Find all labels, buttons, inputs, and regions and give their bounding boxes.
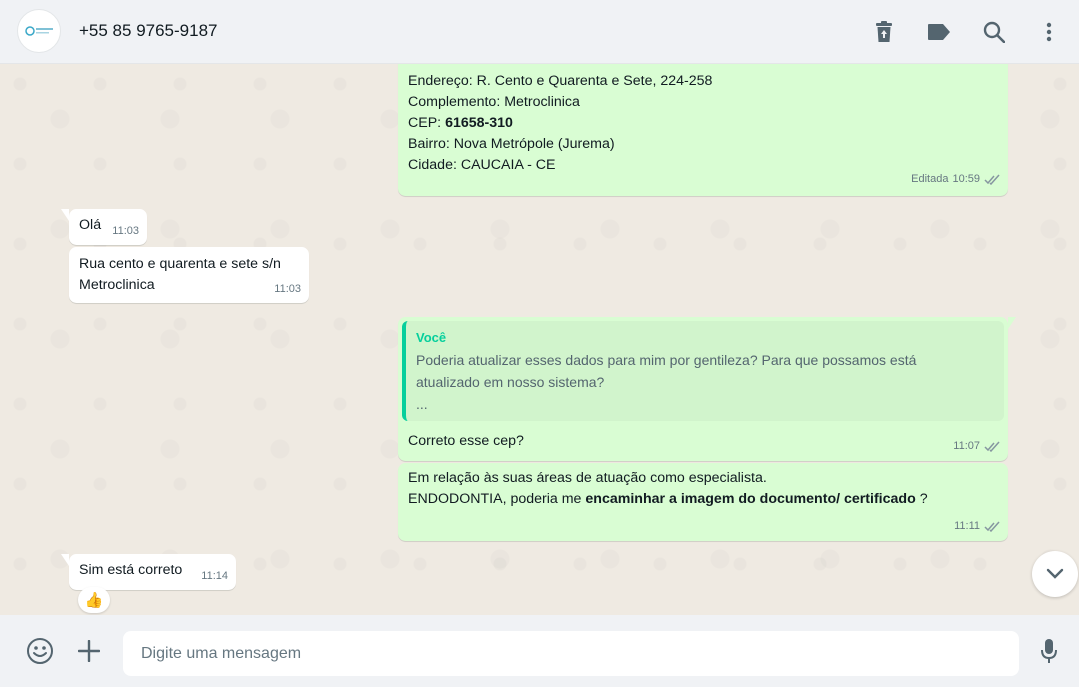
message-incoming[interactable]: Rua cento e quarenta e sete s/n Metrocli… [69, 247, 309, 303]
message-time: 11:11 [954, 520, 980, 532]
message-text: Endereço: R. Cento e Quarenta e Sete, 22… [408, 73, 713, 89]
message-text: Em relação às suas áreas de atuação como… [408, 470, 767, 486]
composer-bar [0, 615, 1079, 687]
quoted-message[interactable]: Você Poderia atualizar esses dados para … [402, 321, 1004, 421]
message-incoming[interactable]: Olá 11:03 [61, 209, 147, 245]
message-outgoing[interactable]: Endereço: R. Cento e Quarenta e Sete, 22… [398, 64, 1008, 196]
message-input[interactable] [123, 631, 1019, 676]
message-text: Correto esse cep? [408, 433, 524, 449]
read-receipt-icon [984, 174, 1000, 185]
message-meta: Editada 10:59 [911, 169, 1000, 190]
message-meta: 11:14 [201, 566, 228, 587]
contact-name[interactable]: +55 85 9765-9187 [79, 21, 218, 41]
message-text-suffix: ? [915, 491, 928, 507]
bubble-tail [61, 554, 69, 566]
menu-icon[interactable] [1035, 18, 1063, 46]
read-receipt-icon [984, 521, 1000, 532]
message-time: 10:59 [952, 173, 980, 185]
message-text: ENDODONTIA, poderia me encaminhar a imag… [408, 489, 928, 510]
emoji-icon[interactable] [25, 636, 55, 666]
clinic-logo-icon [25, 26, 53, 36]
message-meta: 11:03 [112, 221, 139, 242]
quote-author: Você [416, 330, 447, 345]
cep-label: CEP: [408, 115, 446, 131]
message-text: Olá [79, 217, 102, 233]
message-text-prefix: ENDODONTIA, poderia me [408, 491, 586, 507]
chat-header: +55 85 9765-9187 [0, 0, 1079, 64]
message-meta: 11:11 [954, 516, 1000, 537]
edited-label: Editada [911, 173, 949, 185]
chevron-down-icon [1046, 568, 1064, 579]
message-meta: 11:03 [274, 279, 301, 300]
quote-text: atualizado em nosso sistema? [416, 374, 605, 390]
message-text: Bairro: Nova Metrópole (Jurema) [408, 136, 615, 152]
message-outgoing-reply[interactable]: Você Poderia atualizar esses dados para … [398, 317, 1016, 461]
chat-area[interactable]: Endereço: R. Cento e Quarenta e Sete, 22… [0, 64, 1079, 615]
microphone-icon[interactable] [1034, 636, 1064, 666]
bubble-tail [1008, 317, 1016, 329]
message-text-bold: encaminhar a imagem do documento/ certif… [585, 491, 916, 507]
search-icon[interactable] [980, 18, 1008, 46]
message-text: Metroclinica [79, 277, 155, 293]
message-time: 11:14 [201, 570, 228, 582]
avatar[interactable] [17, 9, 61, 53]
message-text: Complemento: Metroclinica [408, 94, 580, 110]
message-text: Rua cento e quarenta e sete s/n [79, 256, 281, 272]
attach-plus-icon[interactable] [74, 636, 104, 666]
bubble-tail [61, 209, 69, 221]
message-meta: 11:07 [953, 436, 1000, 457]
read-receipt-icon [984, 441, 1000, 452]
quote-text: ... [416, 396, 428, 412]
label-icon[interactable] [925, 18, 953, 46]
delete-icon[interactable] [870, 18, 898, 46]
message-outgoing[interactable]: Em relação às suas áreas de atuação como… [398, 463, 1008, 541]
message-text: Cidade: CAUCAIA - CE [408, 157, 556, 173]
message-time: 11:03 [274, 283, 301, 295]
message-incoming[interactable]: Sim está correto 11:14 [61, 554, 236, 590]
message-text: Sim está correto [79, 562, 183, 578]
cep-value: 61658-310 [445, 115, 513, 131]
message-time: 11:03 [112, 225, 139, 237]
message-text: CEP: 61658-310 [408, 113, 712, 134]
reaction-badge[interactable]: 👍 [78, 587, 110, 613]
message-time: 11:07 [953, 440, 980, 452]
scroll-down-button[interactable] [1032, 551, 1078, 597]
quote-text: Poderia atualizar esses dados para mim p… [416, 352, 917, 368]
